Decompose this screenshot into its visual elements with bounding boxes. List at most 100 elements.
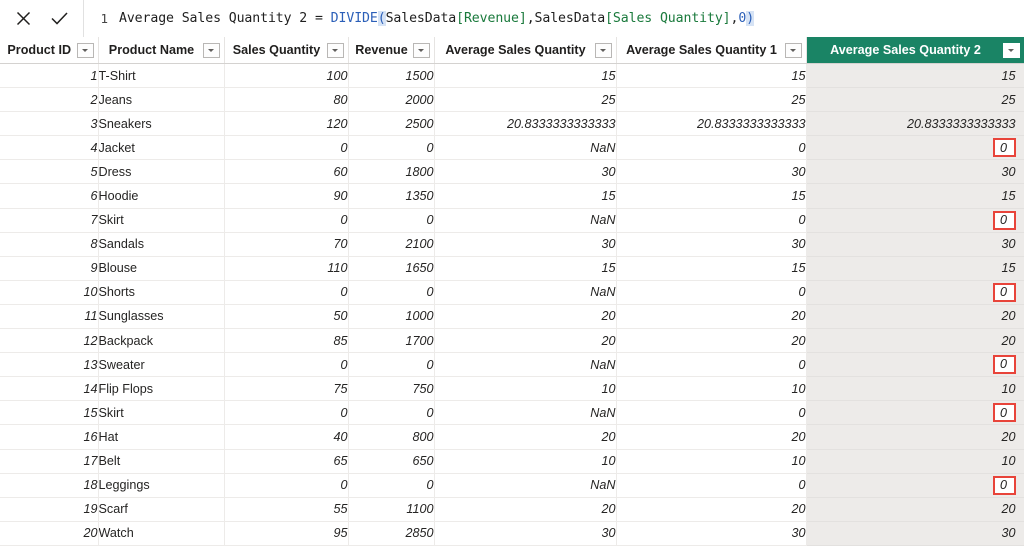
cell-average-sales-quantity-2[interactable]: 25 [806, 87, 1024, 113]
formula-input[interactable]: 1 Average Sales Quantity 2 = DIVIDE(Sale… [84, 0, 1024, 37]
cell-revenue[interactable]: 1650 [348, 256, 435, 281]
cell-revenue[interactable]: 2100 [348, 232, 435, 257]
cell-revenue[interactable]: 2500 [348, 111, 435, 137]
cell-average-sales-quantity-1[interactable]: 20 [616, 304, 807, 330]
cell-sales-quantity[interactable]: 90 [224, 183, 349, 209]
cell-product-name[interactable]: Sandals [98, 232, 225, 257]
cell-product-id[interactable]: 19 [0, 497, 99, 522]
cell-product-name[interactable]: Watch [98, 521, 225, 546]
cell-average-sales-quantity-1[interactable]: 0 [616, 400, 807, 426]
cell-average-sales-quantity[interactable]: 20 [434, 304, 617, 330]
cell-revenue[interactable]: 1500 [348, 63, 435, 89]
cell-average-sales-quantity-1[interactable]: 0 [616, 352, 807, 378]
cell-product-name[interactable]: Hoodie [98, 183, 225, 209]
chevron-down-icon[interactable] [784, 42, 802, 58]
cell-revenue[interactable]: 1800 [348, 159, 435, 185]
column-header-average-sales-quantity-1[interactable]: Average Sales Quantity 1 [616, 37, 807, 64]
cell-sales-quantity[interactable]: 0 [224, 135, 349, 161]
cell-sales-quantity[interactable]: 85 [224, 328, 349, 354]
table-row[interactable]: 2 Jeans 80 2000 25 25 25 [0, 87, 1024, 113]
cell-average-sales-quantity-2[interactable]: 0 [806, 208, 1024, 233]
cell-average-sales-quantity-1[interactable]: 20 [616, 424, 807, 450]
cell-revenue[interactable]: 0 [348, 280, 435, 305]
cell-product-id[interactable]: 4 [0, 135, 99, 161]
cell-revenue[interactable]: 1700 [348, 328, 435, 354]
cell-average-sales-quantity[interactable]: NaN [434, 135, 617, 161]
cell-average-sales-quantity-2[interactable]: 20 [806, 424, 1024, 450]
cell-sales-quantity[interactable]: 0 [224, 352, 349, 378]
table-row[interactable]: 6 Hoodie 90 1350 15 15 15 [0, 183, 1024, 209]
cell-product-name[interactable]: Dress [98, 159, 225, 185]
cell-product-name[interactable]: Blouse [98, 256, 225, 281]
cell-average-sales-quantity[interactable]: NaN [434, 280, 617, 305]
cell-average-sales-quantity-1[interactable]: 30 [616, 521, 807, 546]
cell-sales-quantity[interactable]: 0 [224, 473, 349, 498]
cell-average-sales-quantity-2[interactable]: 20 [806, 304, 1024, 330]
column-header-average-sales-quantity[interactable]: Average Sales Quantity [434, 37, 617, 64]
cell-average-sales-quantity-2[interactable]: 30 [806, 232, 1024, 257]
chevron-down-icon[interactable] [202, 42, 220, 58]
cell-average-sales-quantity-2[interactable]: 15 [806, 183, 1024, 209]
cell-average-sales-quantity-2[interactable]: 0 [806, 280, 1024, 305]
cell-product-name[interactable]: Belt [98, 449, 225, 474]
cell-average-sales-quantity[interactable]: 20.8333333333333 [434, 111, 617, 137]
cell-average-sales-quantity-1[interactable]: 10 [616, 449, 807, 474]
cell-average-sales-quantity-1[interactable]: 30 [616, 159, 807, 185]
table-row[interactable]: 3 Sneakers 120 2500 20.8333333333333 20.83333… [0, 111, 1024, 137]
chevron-down-icon[interactable] [326, 42, 344, 58]
chevron-down-icon[interactable] [412, 42, 430, 58]
cell-average-sales-quantity[interactable]: 15 [434, 256, 617, 281]
cell-product-name[interactable]: T-Shirt [98, 63, 225, 89]
cell-average-sales-quantity-1[interactable]: 20 [616, 497, 807, 522]
cell-sales-quantity[interactable]: 0 [224, 208, 349, 233]
table-row[interactable]: 17 Belt 65 650 10 10 10 [0, 449, 1024, 474]
cell-product-id[interactable]: 5 [0, 159, 99, 185]
cell-product-id[interactable]: 16 [0, 424, 99, 450]
table-row[interactable]: 4 Jacket 0 0 NaN 0 0 [0, 135, 1024, 161]
chevron-down-icon[interactable] [76, 42, 94, 58]
cell-average-sales-quantity[interactable]: NaN [434, 400, 617, 426]
cell-average-sales-quantity-1[interactable]: 30 [616, 232, 807, 257]
table-row[interactable]: 15 Skirt 0 0 NaN 0 0 [0, 400, 1024, 426]
cell-revenue[interactable]: 2850 [348, 521, 435, 546]
cell-sales-quantity[interactable]: 120 [224, 111, 349, 137]
cell-sales-quantity[interactable]: 100 [224, 63, 349, 89]
cell-sales-quantity[interactable]: 95 [224, 521, 349, 546]
cell-average-sales-quantity[interactable]: 10 [434, 376, 617, 402]
cell-average-sales-quantity[interactable]: 20 [434, 497, 617, 522]
cell-average-sales-quantity[interactable]: 20 [434, 328, 617, 354]
column-header-revenue[interactable]: Revenue [348, 37, 435, 64]
cell-sales-quantity[interactable]: 40 [224, 424, 349, 450]
table-row[interactable]: 18 Leggings 0 0 NaN 0 0 [0, 473, 1024, 498]
cell-average-sales-quantity-2[interactable]: 30 [806, 159, 1024, 185]
cell-average-sales-quantity-2[interactable]: 0 [806, 473, 1024, 498]
table-row[interactable]: 14 Flip Flops 75 750 10 10 10 [0, 376, 1024, 402]
cell-average-sales-quantity[interactable]: 10 [434, 449, 617, 474]
cell-product-name[interactable]: Jacket [98, 135, 225, 161]
cell-average-sales-quantity-2[interactable]: 10 [806, 449, 1024, 474]
table-row[interactable]: 19 Scarf 55 1100 20 20 20 [0, 497, 1024, 522]
data-table-container[interactable]: Product ID Product Name Sales Quantity Reve… [0, 37, 1024, 549]
cell-product-name[interactable]: Skirt [98, 208, 225, 233]
cell-revenue[interactable]: 0 [348, 352, 435, 378]
cell-product-name[interactable]: Leggings [98, 473, 225, 498]
cell-product-name[interactable]: Sneakers [98, 111, 225, 137]
cell-sales-quantity[interactable]: 80 [224, 87, 349, 113]
cell-average-sales-quantity-2[interactable]: 20 [806, 328, 1024, 354]
cell-average-sales-quantity-1[interactable]: 10 [616, 376, 807, 402]
cell-sales-quantity[interactable]: 60 [224, 159, 349, 185]
cancel-formula-button[interactable] [9, 4, 39, 34]
cell-product-name[interactable]: Jeans [98, 87, 225, 113]
cell-average-sales-quantity-2[interactable]: 10 [806, 376, 1024, 402]
cell-sales-quantity[interactable]: 0 [224, 400, 349, 426]
table-row[interactable]: 12 Backpack 85 1700 20 20 20 [0, 328, 1024, 354]
cell-sales-quantity[interactable]: 110 [224, 256, 349, 281]
cell-product-id[interactable]: 13 [0, 352, 99, 378]
cell-product-name[interactable]: Sunglasses [98, 304, 225, 330]
cell-product-id[interactable]: 11 [0, 304, 99, 330]
cell-revenue[interactable]: 2000 [348, 87, 435, 113]
cell-average-sales-quantity-1[interactable]: 20 [616, 328, 807, 354]
table-row[interactable]: 9 Blouse 110 1650 15 15 15 [0, 256, 1024, 281]
cell-sales-quantity[interactable]: 55 [224, 497, 349, 522]
cell-average-sales-quantity-1[interactable]: 15 [616, 63, 807, 89]
